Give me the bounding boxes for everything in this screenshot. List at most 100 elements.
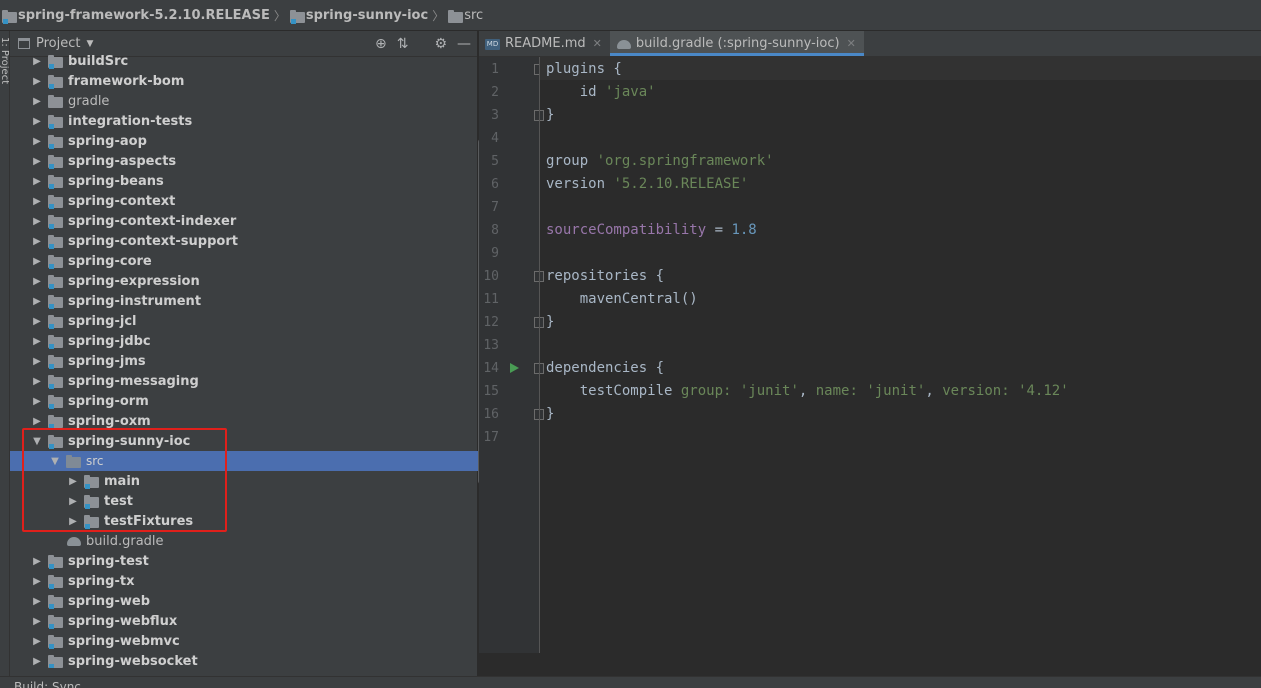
- collapsed-arrow-icon[interactable]: ▶: [30, 656, 44, 667]
- collapsed-arrow-icon[interactable]: ▶: [30, 116, 44, 127]
- tree-node[interactable]: ▶ spring-context: [10, 191, 478, 211]
- collapsed-arrow-icon[interactable]: ▶: [30, 356, 44, 367]
- collapsed-arrow-icon[interactable]: ▶: [30, 616, 44, 627]
- tree-node[interactable]: ▶ integration-tests: [10, 111, 478, 131]
- collapsed-arrow-icon[interactable]: ▶: [30, 96, 44, 107]
- tree-node[interactable]: ▶ spring-beans: [10, 171, 478, 191]
- code-line[interactable]: id 'java': [546, 81, 656, 104]
- module-folder-icon: [48, 134, 64, 149]
- collapsed-arrow-icon[interactable]: ▶: [30, 276, 44, 287]
- collapsed-arrow-icon[interactable]: ▶: [30, 176, 44, 187]
- tree-node[interactable]: ▼ src: [10, 451, 478, 471]
- code-line[interactable]: repositories {: [546, 265, 664, 288]
- tree-node[interactable]: ▶ spring-aspects: [10, 151, 478, 171]
- tree-node[interactable]: ▶ spring-core: [10, 251, 478, 271]
- tree-node-label: spring-context: [68, 193, 176, 209]
- collapsed-arrow-icon[interactable]: ▶: [30, 236, 44, 247]
- code-line[interactable]: group 'org.springframework': [546, 150, 774, 173]
- collapsed-arrow-icon[interactable]: ▶: [30, 296, 44, 307]
- collapsed-arrow-icon[interactable]: ▶: [66, 516, 80, 527]
- expanded-arrow-icon[interactable]: ▼: [48, 456, 62, 467]
- tree-node[interactable]: ▶ testFixtures: [10, 511, 478, 531]
- collapsed-arrow-icon[interactable]: ▶: [30, 596, 44, 607]
- collapsed-arrow-icon[interactable]: ▶: [30, 416, 44, 427]
- tree-node[interactable]: ▶ buildSrc: [10, 53, 478, 71]
- code-line[interactable]: testCompile group: 'junit', name: 'junit…: [546, 380, 1069, 403]
- tree-node[interactable]: ▶ spring-jms: [10, 351, 478, 371]
- code-token: plugins {: [546, 61, 622, 77]
- code-line[interactable]: plugins {: [546, 58, 622, 81]
- tree-node[interactable]: build.gradle: [10, 531, 478, 551]
- code-line[interactable]: }: [546, 104, 554, 127]
- tree-node[interactable]: ▶ main: [10, 471, 478, 491]
- tree-node[interactable]: ▶ spring-oxm: [10, 411, 478, 431]
- code-line[interactable]: sourceCompatibility = 1.8: [546, 219, 757, 242]
- code-editor[interactable]: 1 2 3 4 5 6 7 8 9 10 11 12 13 14 15 16 17 plugins { id '…: [479, 57, 1261, 653]
- code-line[interactable]: }: [546, 403, 554, 426]
- tree-node[interactable]: ▶ spring-expression: [10, 271, 478, 291]
- editor-tab[interactable]: build.gradle (:spring-sunny-ioc) ✕: [609, 31, 864, 56]
- line-number: 11: [483, 292, 499, 307]
- code-token: 'java': [605, 84, 656, 100]
- project-stripe-button[interactable]: 1: Project: [0, 37, 9, 84]
- line-number: 10: [483, 269, 499, 284]
- line-number: 6: [491, 177, 499, 192]
- collapsed-arrow-icon[interactable]: ▶: [30, 76, 44, 87]
- code-line[interactable]: }: [546, 311, 554, 334]
- code-line[interactable]: dependencies {: [546, 357, 664, 380]
- tree-node[interactable]: ▶ spring-webflux: [10, 611, 478, 631]
- folder-icon-shape: [48, 574, 63, 589]
- tree-node[interactable]: ▶ spring-webmvc: [10, 631, 478, 651]
- expanded-arrow-icon[interactable]: ▼: [30, 436, 44, 447]
- collapsed-arrow-icon[interactable]: ▶: [30, 316, 44, 327]
- collapsed-arrow-icon[interactable]: ▶: [30, 576, 44, 587]
- collapsed-arrow-icon[interactable]: ▶: [30, 636, 44, 647]
- editor-tab[interactable]: MD README.md ✕: [479, 31, 610, 56]
- gear-icon[interactable]: ⚙: [434, 37, 447, 51]
- code-token: mavenCentral(): [546, 291, 698, 307]
- collapsed-arrow-icon[interactable]: ▶: [66, 496, 80, 507]
- code-line[interactable]: version '5.2.10.RELEASE': [546, 173, 748, 196]
- tree-node[interactable]: ▶ spring-web: [10, 591, 478, 611]
- tree-node[interactable]: ▶ spring-jcl: [10, 311, 478, 331]
- tree-node[interactable]: ▶ spring-orm: [10, 391, 478, 411]
- tree-node[interactable]: ▶ spring-websocket: [10, 651, 478, 668]
- collapsed-arrow-icon[interactable]: ▶: [30, 336, 44, 347]
- tree-node[interactable]: ▶ framework-bom: [10, 71, 478, 91]
- collapsed-arrow-icon[interactable]: ▶: [30, 216, 44, 227]
- breadcrumb-item[interactable]: spring-sunny-ioc: [289, 8, 428, 24]
- tree-node[interactable]: ▼ spring-sunny-ioc: [10, 431, 478, 451]
- chevron-down-icon[interactable]: ▼: [86, 39, 93, 49]
- collapsed-arrow-icon[interactable]: ▶: [30, 56, 44, 67]
- collapsed-arrow-icon[interactable]: ▶: [30, 156, 44, 167]
- target-icon[interactable]: ⊕: [375, 37, 387, 51]
- tree-node[interactable]: ▶ spring-jdbc: [10, 331, 478, 351]
- collapsed-arrow-icon[interactable]: ▶: [30, 376, 44, 387]
- tree-node[interactable]: ▶ test: [10, 491, 478, 511]
- code-line[interactable]: mavenCentral(): [546, 288, 698, 311]
- collapse-icon[interactable]: ⇅: [397, 37, 409, 51]
- tree-node[interactable]: ▶ spring-context-support: [10, 231, 478, 251]
- run-icon[interactable]: [510, 363, 519, 373]
- close-icon[interactable]: ✕: [593, 37, 602, 50]
- tree-node-label: spring-jms: [68, 353, 146, 369]
- collapsed-arrow-icon[interactable]: ▶: [66, 476, 80, 487]
- tree-node[interactable]: ▶ gradle: [10, 91, 478, 111]
- tree-node[interactable]: ▶ spring-context-indexer: [10, 211, 478, 231]
- project-view-selector[interactable]: Project: [36, 36, 80, 51]
- tree-node[interactable]: ▶ spring-messaging: [10, 371, 478, 391]
- collapsed-arrow-icon[interactable]: ▶: [30, 256, 44, 267]
- tree-node[interactable]: ▶ spring-instrument: [10, 291, 478, 311]
- tree-node-label: spring-orm: [68, 393, 149, 409]
- tree-node[interactable]: ▶ spring-tx: [10, 571, 478, 591]
- breadcrumb-item[interactable]: src: [448, 8, 483, 23]
- minimize-icon[interactable]: —: [457, 37, 471, 51]
- collapsed-arrow-icon[interactable]: ▶: [30, 136, 44, 147]
- tree-node[interactable]: ▶ spring-test: [10, 551, 478, 571]
- collapsed-arrow-icon[interactable]: ▶: [30, 396, 44, 407]
- collapsed-arrow-icon[interactable]: ▶: [30, 556, 44, 567]
- collapsed-arrow-icon[interactable]: ▶: [30, 196, 44, 207]
- close-icon[interactable]: ✕: [847, 37, 856, 50]
- breadcrumb-item[interactable]: spring-framework-5.2.10.RELEASE: [2, 8, 270, 24]
- tree-node[interactable]: ▶ spring-aop: [10, 131, 478, 151]
